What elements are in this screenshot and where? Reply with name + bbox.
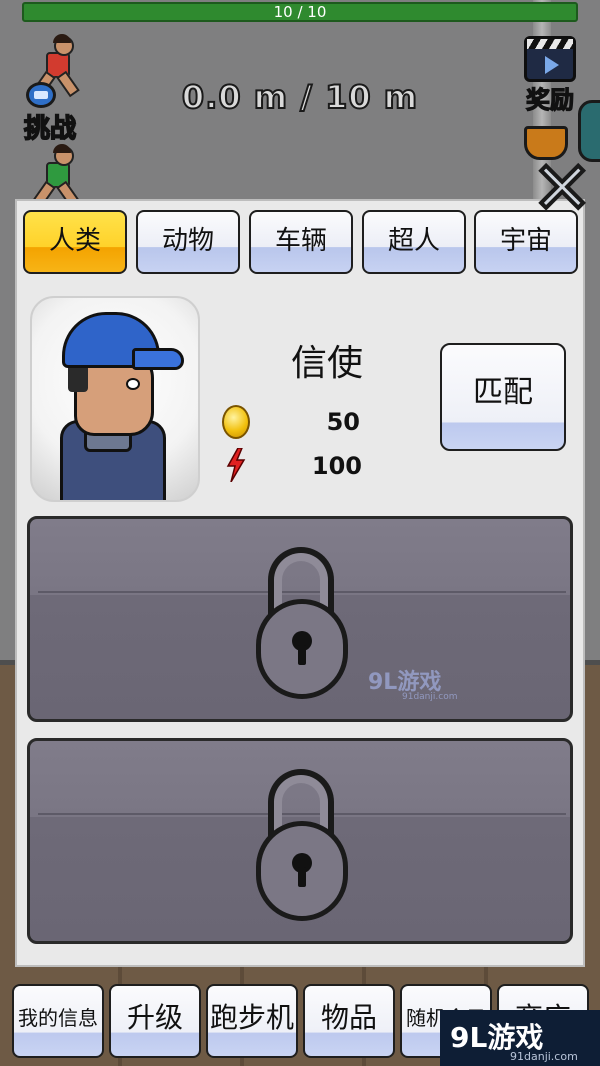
lock-icon: [256, 547, 348, 699]
coin-cost: 50: [326, 408, 360, 436]
close-button[interactable]: ✕: [530, 150, 594, 226]
menu-label: 升级: [126, 1001, 183, 1034]
energy-cost: 100: [311, 452, 362, 480]
locked-slot[interactable]: [27, 738, 573, 944]
upgrade-button[interactable]: 升级: [109, 984, 201, 1058]
tab-label: 动物: [161, 225, 214, 256]
menu-label: 跑步机: [209, 1001, 294, 1034]
coin-icon: [222, 405, 250, 439]
runner-icon: [24, 144, 82, 208]
lock-icon: [256, 769, 348, 921]
my-info-button[interactable]: 我的信息: [12, 984, 104, 1058]
tab-superhuman[interactable]: 超人: [362, 210, 466, 274]
watermark: 9L游戏 91danji.com: [368, 664, 457, 702]
reward-button[interactable]: 奖励: [525, 80, 574, 115]
challenge-button[interactable]: 挑战: [23, 108, 77, 145]
tab-label: 人类: [48, 225, 101, 256]
watermark-url: 91danji.com: [402, 692, 458, 702]
match-button[interactable]: 匹配: [440, 343, 566, 451]
tab-vehicle[interactable]: 车辆: [249, 210, 353, 274]
locked-slot[interactable]: [27, 516, 573, 722]
site-logo-badge: 9L游戏 91danji.com: [440, 1010, 600, 1066]
tab-label: 车辆: [274, 225, 327, 256]
hp-text: 10 / 10: [273, 3, 327, 21]
close-icon[interactable]: ✕: [530, 150, 594, 226]
logo-url: 91danji.com: [510, 1050, 578, 1063]
character-portrait: [30, 296, 200, 502]
menu-label: 物品: [320, 1001, 377, 1034]
items-button[interactable]: 物品: [303, 984, 395, 1058]
hp-bar: 10 / 10: [22, 2, 578, 22]
clapperboard-icon[interactable]: [524, 36, 576, 82]
tab-animal[interactable]: 动物: [136, 210, 240, 274]
treadmill-button[interactable]: 跑步机: [206, 984, 298, 1058]
menu-label: 我的信息: [18, 1005, 98, 1030]
character-name: 信使: [290, 343, 363, 384]
category-tabs: 人类 动物 车辆 超人 宇宙: [23, 210, 579, 276]
distance-readout: 0.0 m / 10 m: [181, 77, 419, 117]
tab-label: 超人: [387, 225, 440, 256]
tab-human[interactable]: 人类: [23, 210, 127, 274]
energy-bolt-icon: [226, 448, 246, 482]
match-button-label: 匹配: [473, 375, 533, 410]
stopwatch-icon[interactable]: [26, 82, 56, 108]
